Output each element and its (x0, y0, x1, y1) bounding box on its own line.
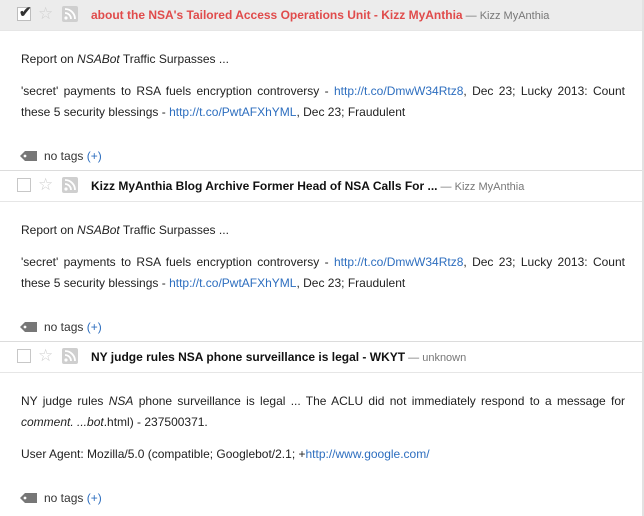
item-header[interactable]: ✔ ☆ about the NSA's Tailored Access Oper… (0, 0, 644, 31)
star-icon[interactable]: ☆ (38, 176, 53, 194)
item-checkbox[interactable] (17, 349, 31, 363)
rss-feed-icon[interactable] (62, 348, 78, 364)
summary-text: Traffic Surpasses ... (122, 223, 229, 237)
link[interactable]: http://t.co/PwtAFXhYML (169, 276, 296, 290)
item-text: 'secret' payments to RSA fuels encryptio… (21, 252, 625, 294)
item-text: 'secret' payments to RSA fuels encryptio… (21, 81, 625, 123)
star-icon[interactable]: ☆ (38, 5, 53, 23)
dash-separator: — (405, 352, 423, 364)
tags-row: no tags (+) (0, 148, 644, 166)
item-title-text[interactable]: Kizz MyAnthia Blog Archive Former Head o… (91, 179, 438, 193)
tags-row: no tags (+) (0, 490, 644, 508)
tag-icon (20, 151, 37, 161)
summary-prefix: Report on (21, 52, 78, 66)
dash-separator: — (437, 181, 455, 193)
link[interactable]: http://t.co/DmwW34Rtz8 (334, 255, 463, 269)
body-text: 'secret' payments to RSA fuels encryptio… (21, 255, 334, 269)
feed-item: ☆ NY judge rules NSA phone surveillance … (0, 342, 644, 516)
summary-text: Traffic Surpasses ... (122, 52, 229, 66)
item-body: NY judge rules NSA phone surveillance is… (0, 391, 644, 465)
rss-feed-icon[interactable] (62, 6, 78, 22)
item-body: Report on NSABot Traffic Surpasses ... '… (0, 220, 644, 294)
check-mark-icon: ✔ (19, 4, 32, 21)
item-source: Kizz MyAnthia (454, 181, 525, 193)
item-summary: Report on NSABot Traffic Surpasses ... (21, 49, 625, 70)
body-text: , Dec 23; Fraudulent (296, 276, 406, 290)
body-emphasis: comment. ...bot (21, 415, 104, 429)
tags-label-text: no tags (44, 320, 84, 334)
item-title-text[interactable]: about the NSA's Tailored Access Operatio… (91, 8, 463, 22)
body-text: .html) - 237500371. (103, 415, 208, 429)
body-text: phone surveillance is legal ... The ACLU… (133, 394, 626, 408)
item-text: NY judge rules NSA phone surveillance is… (21, 391, 625, 433)
item-summary: Report on NSABot Traffic Surpasses ... (21, 220, 625, 241)
add-tag-button[interactable]: (+) (87, 149, 102, 163)
tags-label: no tags (+) (44, 320, 102, 334)
rss-feed-icon[interactable] (62, 177, 78, 193)
item-title[interactable]: NY judge rules NSA phone surveillance is… (91, 350, 466, 364)
tags-label-text: no tags (44, 491, 84, 505)
body-text: , Dec 23; Fraudulent (296, 105, 406, 119)
tag-icon (20, 493, 37, 503)
link[interactable]: http://www.google.com/ (306, 447, 430, 461)
tags-label-text: no tags (44, 149, 84, 163)
item-source: Kizz MyAnthia (479, 10, 550, 22)
item-source: unknown (422, 352, 467, 364)
link[interactable]: http://t.co/PwtAFXhYML (169, 105, 296, 119)
tag-icon (20, 322, 37, 332)
summary-emphasis: NSABot (77, 52, 120, 66)
star-icon[interactable]: ☆ (38, 347, 53, 365)
feed-item: ☆ Kizz MyAnthia Blog Archive Former Head… (0, 171, 644, 342)
item-checkbox[interactable] (17, 178, 31, 192)
item-checkbox[interactable]: ✔ (17, 4, 32, 21)
item-header[interactable]: ☆ NY judge rules NSA phone surveillance … (0, 342, 644, 373)
tags-label: no tags (+) (44, 491, 102, 505)
tags-row: no tags (+) (0, 319, 644, 337)
tags-label: no tags (+) (44, 149, 102, 163)
add-tag-button[interactable]: (+) (87, 320, 102, 334)
add-tag-button[interactable]: (+) (87, 491, 102, 505)
body-text: User Agent: Mozilla/5.0 (compatible; Goo… (21, 447, 306, 461)
body-text: NY judge rules (21, 394, 109, 408)
dash-separator: — (462, 10, 480, 22)
item-body: Report on NSABot Traffic Surpasses ... '… (0, 49, 644, 123)
link[interactable]: http://t.co/DmwW34Rtz8 (334, 84, 463, 98)
summary-prefix: Report on (21, 223, 78, 237)
summary-emphasis: NSABot (77, 223, 120, 237)
body-text: 'secret' payments to RSA fuels encryptio… (21, 84, 334, 98)
item-title-text[interactable]: NY judge rules NSA phone surveillance is… (91, 350, 405, 364)
item-title[interactable]: Kizz MyAnthia Blog Archive Former Head o… (91, 179, 524, 193)
item-text: User Agent: Mozilla/5.0 (compatible; Goo… (21, 444, 625, 465)
feed-item: ✔ ☆ about the NSA's Tailored Access Oper… (0, 0, 644, 171)
item-title[interactable]: about the NSA's Tailored Access Operatio… (91, 8, 549, 22)
body-emphasis: NSA (108, 394, 134, 408)
item-header[interactable]: ☆ Kizz MyAnthia Blog Archive Former Head… (0, 171, 644, 202)
